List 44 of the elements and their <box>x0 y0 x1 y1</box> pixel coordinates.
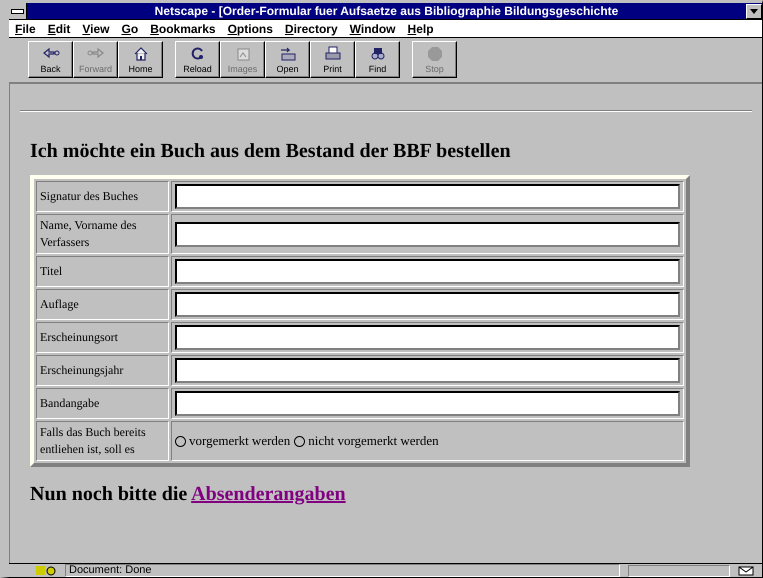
sender-details-link[interactable]: Absenderangaben <box>191 483 346 505</box>
field-label: Bandangabe <box>36 388 169 419</box>
radio-option[interactable]: vorgemerkt werden <box>175 433 290 449</box>
input-field[interactable] <box>175 222 680 246</box>
home-button[interactable]: Home <box>118 41 163 78</box>
field-label: Titel <box>36 256 169 287</box>
menu-item[interactable]: Go <box>118 22 146 36</box>
input-field[interactable] <box>175 391 680 416</box>
back-button[interactable]: Back <box>28 41 73 78</box>
field-label: Falls das Buch bereits entliehen ist, soll es <box>36 421 169 461</box>
menu-item[interactable]: Edit <box>44 22 78 36</box>
input-field[interactable] <box>175 358 680 383</box>
input-field[interactable] <box>175 292 680 317</box>
field-label: Name, Vorname des Verfassers <box>36 214 169 254</box>
caret-icon <box>750 8 758 14</box>
field-label: Erscheinungsjahr <box>36 355 169 386</box>
field-label: Auflage <box>36 289 169 320</box>
window-title: Netscape - [Order-Formular fuer Aufsaetze aus Bibliographie Bildungsgeschichte <box>154 4 620 18</box>
menu-item[interactable]: Help <box>404 22 442 36</box>
menu-item[interactable]: View <box>78 22 118 36</box>
find-button[interactable]: Find <box>355 41 400 78</box>
status-text: Document: Done <box>65 564 620 577</box>
radio-button[interactable] <box>294 436 306 446</box>
footer-heading: Nun noch bitte die Absenderangaben <box>30 483 347 506</box>
field-label: Erscheinungsort <box>36 322 169 353</box>
stop-icon <box>426 45 444 63</box>
reload-button[interactable]: Reload <box>175 41 220 78</box>
radio-button[interactable] <box>175 436 186 446</box>
print-button[interactable]: Print <box>310 41 355 78</box>
open-icon <box>278 45 296 63</box>
input-field[interactable] <box>175 325 680 350</box>
input-field[interactable] <box>175 184 680 209</box>
menu-item[interactable]: Window <box>346 22 404 36</box>
menu-item[interactable]: Options <box>224 22 281 36</box>
minimize-button[interactable] <box>746 4 762 18</box>
input-field[interactable] <box>175 259 680 284</box>
menu-item[interactable]: File <box>11 22 44 36</box>
page-heading: Ich möchte ein Buch aus dem Bestand der BBF bestellen <box>30 140 512 163</box>
menu-item[interactable]: Bookmarks <box>146 22 224 36</box>
radio-option[interactable]: nicht vorgemerkt werden <box>294 433 439 449</box>
open-button[interactable]: Open <box>265 41 310 78</box>
menu-item[interactable]: Directory <box>280 22 346 36</box>
mail-icon[interactable] <box>738 566 754 576</box>
field-label: Signatur des Buches <box>36 181 169 212</box>
